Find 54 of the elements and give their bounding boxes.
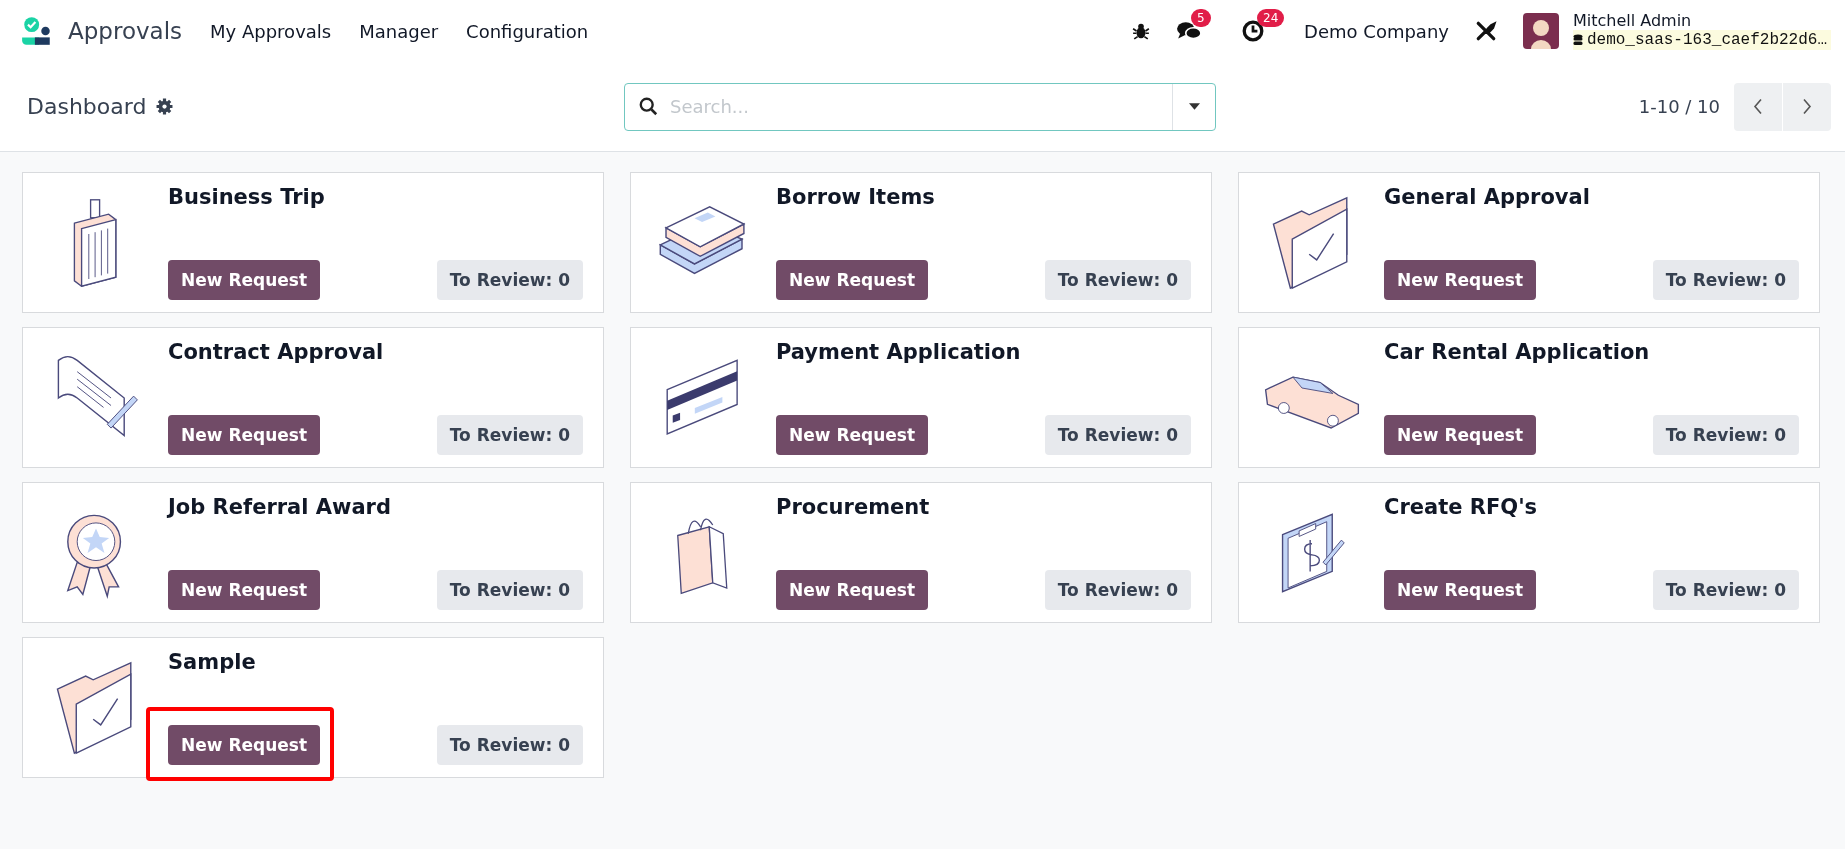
search-bar[interactable]: Search... (624, 82, 1216, 131)
new-request-button[interactable]: New Request (776, 260, 929, 300)
page-title[interactable]: Dashboard (27, 94, 147, 119)
to-review-button[interactable]: To Review: 0 (436, 260, 583, 300)
caret-icon (1188, 103, 1200, 110)
new-request-button[interactable]: New Request (1384, 415, 1537, 455)
to-review-button[interactable]: To Review: 0 (1044, 260, 1191, 300)
to-review-button[interactable]: To Review: 0 (1652, 570, 1799, 610)
activity-count-badge: 24 (1257, 9, 1285, 27)
card-title[interactable]: Create RFQ's (1384, 495, 1799, 519)
new-request-button[interactable]: New Request (168, 260, 321, 300)
new-request-button[interactable]: New Request (168, 415, 321, 455)
card-title[interactable]: Job Referral Award (168, 495, 583, 519)
new-request-button[interactable]: New Request (1384, 570, 1537, 610)
card-title[interactable]: Procurement (776, 495, 1191, 519)
new-request-button[interactable]: New Request (168, 570, 321, 610)
to-review-button[interactable]: To Review: 0 (1044, 415, 1191, 455)
chevron-right-icon (1802, 98, 1812, 115)
database-label: demo_saas-163_caef2b22d6… (1586, 31, 1827, 49)
database-icon (1572, 34, 1583, 46)
chat-icon[interactable] (1176, 20, 1203, 42)
card-title[interactable]: Borrow Items (776, 185, 1191, 209)
new-request-button[interactable]: New Request (776, 415, 929, 455)
card-title[interactable]: Sample (168, 650, 583, 674)
search-icon (639, 97, 658, 116)
card-title[interactable]: Payment Application (776, 340, 1191, 364)
card-title[interactable]: Contract Approval (168, 340, 583, 364)
new-request-button[interactable]: New Request (776, 570, 929, 610)
menu-item[interactable]: Configuration (466, 20, 589, 42)
user-name[interactable]: Mitchell Admin (1572, 12, 1831, 30)
tools-icon[interactable] (1474, 20, 1497, 42)
settings-icon[interactable] (156, 98, 174, 115)
card-title[interactable]: Business Trip (168, 185, 583, 209)
search-field[interactable]: Search... (668, 95, 1172, 118)
card-title[interactable]: Car Rental Application (1384, 340, 1799, 364)
bug-icon[interactable] (1132, 22, 1151, 40)
to-review-button[interactable]: To Review: 0 (1044, 570, 1191, 610)
message-count-badge: 5 (1191, 9, 1211, 27)
chevron-left-icon (1753, 98, 1763, 115)
menu-item[interactable]: My Approvals (210, 20, 332, 42)
to-review-button[interactable]: To Review: 0 (436, 415, 583, 455)
app-name[interactable]: Approvals (68, 18, 183, 44)
to-review-button[interactable]: To Review: 0 (436, 725, 583, 765)
company-switcher[interactable]: Demo Company (1304, 20, 1449, 42)
to-review-button[interactable]: To Review: 0 (1652, 260, 1799, 300)
menu-item[interactable]: Manager (359, 20, 439, 42)
pager-value[interactable]: 1-10 / 10 (1638, 96, 1720, 117)
avatar-icon[interactable] (1522, 13, 1559, 49)
to-review-button[interactable]: To Review: 0 (436, 570, 583, 610)
card-title[interactable]: General Approval (1384, 185, 1799, 209)
new-request-button[interactable]: New Request (168, 725, 321, 765)
to-review-button[interactable]: To Review: 0 (1652, 415, 1799, 455)
clock-icon[interactable] (1242, 20, 1265, 42)
new-request-button[interactable]: New Request (1384, 260, 1537, 300)
